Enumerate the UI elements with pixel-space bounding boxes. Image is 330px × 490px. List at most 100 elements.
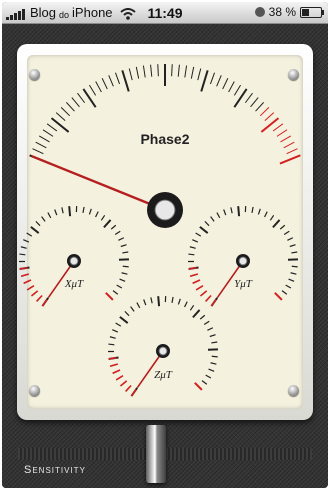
gauge-tick — [105, 292, 114, 301]
red-zone-tick — [130, 389, 137, 397]
gauge-tick — [42, 129, 54, 137]
gauge-tick — [23, 239, 30, 243]
gauge-tick — [54, 209, 58, 216]
gauge-tick — [200, 70, 209, 92]
needle-cap — [158, 346, 168, 356]
gauge-tick — [50, 117, 70, 133]
gauge-tick — [195, 232, 202, 237]
gauge-tick — [177, 64, 180, 77]
gauge-tick — [290, 272, 297, 275]
subdial-y-label: YμT — [234, 278, 253, 290]
gauge-tick — [279, 154, 301, 165]
gauge-tick — [101, 78, 108, 90]
gauge-tick — [255, 102, 265, 112]
red-zone-tick — [125, 384, 132, 392]
gauge-tick — [274, 292, 283, 301]
gauge-tick — [35, 220, 41, 227]
gauge-tick — [171, 296, 174, 303]
gauge-tick — [257, 208, 261, 215]
gauge-tick — [114, 72, 121, 85]
gauge-tick — [110, 224, 117, 230]
red-zone-tick — [20, 273, 30, 278]
gauge-tick — [192, 239, 199, 243]
gauge-tick — [189, 305, 195, 311]
red-zone-tick — [31, 290, 39, 297]
subdial-y — [187, 206, 299, 307]
gauge-tick — [89, 84, 97, 96]
gauge-tick — [194, 382, 203, 391]
gauge-tick — [233, 84, 241, 96]
red-zone-tick — [41, 299, 48, 307]
gauge-tick — [55, 112, 66, 121]
gauge-tick — [157, 296, 161, 307]
gauge-tick — [222, 78, 229, 90]
gauge-tick — [112, 290, 119, 295]
gauge-tick — [19, 253, 26, 256]
gauge-tick — [115, 322, 122, 327]
gauge-tick — [130, 306, 135, 312]
gauge-tick — [211, 355, 218, 358]
gauge-tick — [142, 65, 146, 78]
sensitivity-label: Sensitivity — [24, 464, 86, 476]
red-zone-tick — [36, 294, 43, 302]
gauge-tick — [201, 380, 208, 385]
gauge-tick — [209, 72, 216, 85]
sensitivity-slider-knob[interactable] — [146, 425, 166, 483]
gauge-tick — [281, 290, 288, 295]
gauge-tick — [272, 219, 281, 229]
gauge-tick — [108, 75, 114, 87]
gauge-tick — [223, 209, 227, 216]
gauge-tick — [199, 314, 206, 320]
subdial-z-label: ZμT — [154, 369, 173, 381]
gauge-tick — [136, 302, 141, 309]
gauge-tick — [279, 224, 286, 230]
gauge-tick — [237, 206, 241, 217]
subdial-x — [18, 206, 130, 307]
gauge-tick — [60, 107, 71, 117]
gauge-tick — [199, 226, 209, 234]
gauge-tick — [260, 117, 280, 133]
gauge-tick — [143, 299, 147, 306]
red-zone-tick — [26, 284, 35, 291]
gauge-tick — [109, 336, 116, 339]
gauge-tick — [197, 68, 202, 81]
gauge-tick — [276, 129, 288, 137]
red-zone-tick — [109, 363, 119, 368]
gauge-tick — [100, 215, 106, 221]
gauge-tick — [124, 310, 130, 317]
gauge-tick — [230, 207, 233, 214]
subdial-x-label: XμT — [64, 278, 84, 290]
gauge-tick — [210, 362, 217, 365]
gauge-tick — [211, 341, 218, 344]
gauge-tick — [157, 64, 159, 77]
gauge-tick — [38, 135, 50, 143]
gauge-tick — [205, 374, 212, 379]
gauge-tick — [71, 97, 80, 108]
gauge-tick — [120, 244, 127, 248]
gauge-tick — [251, 206, 254, 213]
gauge-tick — [26, 232, 33, 237]
gauge-tick — [244, 92, 253, 104]
gauge-tick — [189, 246, 196, 249]
gauge-tick — [128, 68, 133, 81]
gauge-tick — [116, 284, 123, 289]
gauge-tick — [228, 81, 235, 93]
needle-cap — [238, 256, 248, 266]
gauge-tick — [108, 343, 115, 346]
gauge-tick — [150, 64, 153, 77]
gauge-tick — [95, 211, 99, 218]
gauge-tick — [216, 212, 221, 219]
gauge-tick — [88, 208, 92, 215]
gauge-tick — [30, 226, 40, 234]
gauge-tick — [283, 230, 290, 235]
red-zone-tick — [112, 369, 121, 375]
gauge-tick — [119, 278, 126, 282]
gauge-tick — [184, 65, 188, 78]
gauge-tick — [285, 284, 292, 289]
gauge-tick — [35, 141, 47, 149]
gauge-tick — [121, 70, 130, 92]
gauge-tick — [65, 102, 75, 112]
gauge-tick — [210, 216, 215, 222]
gauge-tick — [112, 329, 119, 333]
gauge-tick — [204, 220, 210, 227]
